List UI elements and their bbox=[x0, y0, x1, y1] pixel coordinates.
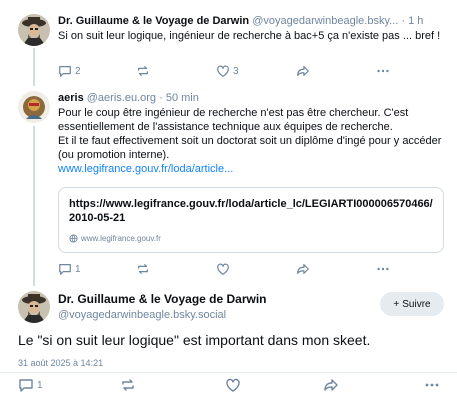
separator-dot: · bbox=[159, 92, 163, 104]
like-count: 3 bbox=[233, 65, 239, 77]
plus-icon: + bbox=[393, 298, 400, 310]
more-icon bbox=[377, 267, 389, 271]
post-text: Si on suit leur logique, ingénieur de re… bbox=[58, 30, 441, 42]
more-icon bbox=[377, 69, 389, 73]
globe-icon bbox=[69, 234, 78, 243]
author-name[interactable]: aeris bbox=[58, 92, 84, 104]
like-icon bbox=[217, 263, 229, 275]
more-button[interactable] bbox=[424, 377, 440, 393]
repost-button[interactable] bbox=[120, 377, 136, 393]
reply-icon bbox=[59, 66, 71, 77]
repost-button[interactable] bbox=[136, 262, 150, 276]
author-handle[interactable]: @voyagedarwinbeagle.bsky... bbox=[252, 15, 398, 27]
avatar[interactable] bbox=[18, 291, 50, 323]
link-card-title: https://www.legifrance.gouv.fr/loda/arti… bbox=[69, 198, 433, 224]
author-name[interactable]: Dr. Guillaume & le Voyage de Darwin bbox=[58, 292, 267, 307]
more-button[interactable] bbox=[376, 262, 390, 276]
avatar[interactable] bbox=[18, 91, 50, 123]
more-icon bbox=[425, 383, 439, 387]
post-text-paragraph: Et il te faut effectivement soit un doct… bbox=[58, 135, 442, 161]
divider bbox=[0, 372, 457, 373]
reply-button[interactable]: 1 bbox=[58, 262, 81, 276]
more-button[interactable] bbox=[376, 64, 390, 78]
share-icon bbox=[297, 264, 309, 274]
reply-icon bbox=[59, 264, 71, 275]
like-icon bbox=[226, 378, 240, 392]
post-link[interactable]: www.legifrance.gouv.fr/loda/article... bbox=[58, 163, 233, 175]
avatar[interactable] bbox=[18, 14, 50, 46]
share-button[interactable] bbox=[296, 262, 310, 276]
post-actions: 1 bbox=[58, 262, 448, 278]
post-time[interactable]: 1 h bbox=[408, 15, 423, 27]
like-button[interactable]: 3 bbox=[216, 64, 239, 78]
repost-icon bbox=[138, 66, 148, 76]
main-post-text: Le "si on suit leur logique" est importa… bbox=[18, 332, 371, 348]
link-card-domain-text: www.legifrance.gouv.fr bbox=[81, 234, 161, 243]
share-icon bbox=[297, 66, 309, 76]
post-text: Pour le coup être ingénieur de recherche… bbox=[58, 106, 448, 176]
post-text-paragraph: Pour le coup être ingénieur de recherche… bbox=[58, 107, 409, 133]
like-icon bbox=[217, 65, 229, 77]
author-name[interactable]: Dr. Guillaume & le Voyage de Darwin bbox=[58, 15, 249, 27]
follow-label: Suivre bbox=[402, 298, 431, 310]
post-date[interactable]: 31 août 2025 à 14:21 bbox=[18, 358, 103, 368]
reply-icon bbox=[19, 379, 33, 392]
author-handle[interactable]: @voyagedarwinbeagle.bsky.social bbox=[58, 308, 226, 322]
reply-button[interactable]: 2 bbox=[58, 64, 81, 78]
reply-count: 2 bbox=[75, 65, 81, 77]
reply-count: 1 bbox=[75, 263, 81, 275]
reply-button[interactable]: 1 bbox=[18, 377, 43, 393]
follow-button[interactable]: + Suivre bbox=[380, 292, 444, 316]
share-button[interactable] bbox=[296, 64, 310, 78]
thread-line bbox=[33, 126, 35, 286]
post-actions: 1 bbox=[18, 377, 448, 393]
separator-dot: · bbox=[401, 15, 406, 27]
share-icon bbox=[324, 379, 338, 391]
share-button[interactable] bbox=[323, 377, 339, 393]
post-header: Dr. Guillaume & le Voyage de Darwin @voy… bbox=[58, 14, 448, 28]
post-header: aeris @aeris.eu.org · 50 min bbox=[58, 91, 448, 105]
like-button[interactable] bbox=[225, 377, 241, 393]
post-actions: 2 3 bbox=[58, 64, 448, 80]
like-button[interactable] bbox=[216, 262, 230, 276]
repost-button[interactable] bbox=[136, 64, 150, 78]
repost-icon bbox=[122, 379, 134, 391]
link-card-domain: www.legifrance.gouv.fr bbox=[69, 234, 161, 243]
link-card[interactable]: https://www.legifrance.gouv.fr/loda/arti… bbox=[58, 187, 444, 253]
repost-icon bbox=[138, 264, 148, 274]
thread-line bbox=[33, 48, 35, 86]
post-1[interactable]: Dr. Guillaume & le Voyage de Darwin @voy… bbox=[0, 0, 457, 82]
post-time[interactable]: 50 min bbox=[166, 92, 199, 104]
author-handle[interactable]: @aeris.eu.org bbox=[87, 92, 156, 104]
reply-count: 1 bbox=[37, 379, 43, 391]
